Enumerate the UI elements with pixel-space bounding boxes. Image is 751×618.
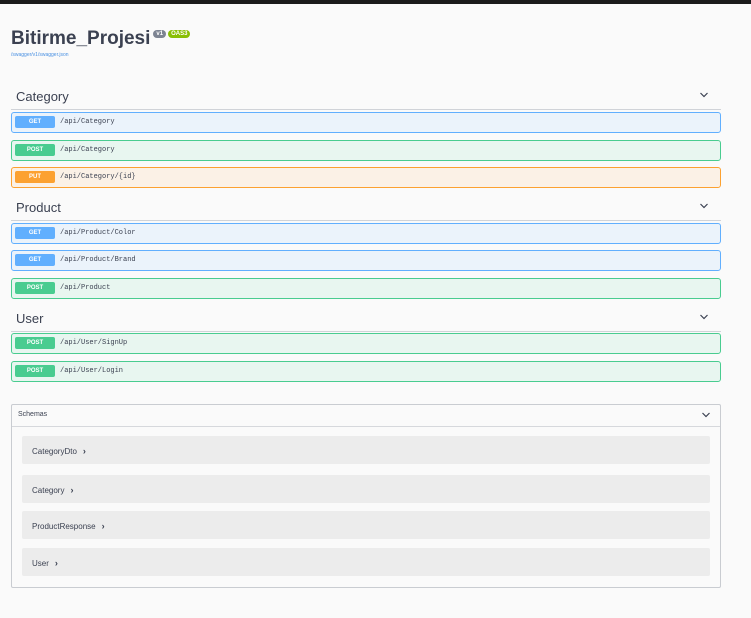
operation-path: /api/Category <box>60 118 115 126</box>
chevron-down-icon[interactable] <box>699 201 709 211</box>
oas-badge: OAS3 <box>168 30 191 38</box>
operation-put-category[interactable]: PUT /api/Category/{id} <box>11 167 721 188</box>
chevron-down-icon[interactable] <box>699 312 709 322</box>
tag-user[interactable]: User <box>11 308 721 332</box>
method-badge: PUT <box>15 171 55 183</box>
model-categorydto[interactable]: CategoryDto › <box>22 436 710 464</box>
model-user[interactable]: User › <box>22 548 710 576</box>
method-badge: GET <box>15 227 55 239</box>
operation-path: /api/Product/Color <box>60 229 136 237</box>
chevron-down-icon[interactable] <box>701 410 711 420</box>
chevron-right-icon: › <box>70 485 74 495</box>
tag-name: Category <box>16 89 69 104</box>
chevron-right-icon: › <box>101 521 105 531</box>
chevron-right-icon: › <box>82 446 86 456</box>
api-info: Bitirme_Projesi v1 OAS3 /swagger/v1/swag… <box>11 28 191 58</box>
top-bar <box>0 0 751 4</box>
method-badge: POST <box>15 144 55 156</box>
tag-product[interactable]: Product <box>11 197 721 221</box>
operation-path: /api/Product/Brand <box>60 256 136 264</box>
chevron-right-icon: › <box>54 558 58 568</box>
chevron-down-icon[interactable] <box>699 90 709 100</box>
model-productresponse[interactable]: ProductResponse › <box>22 511 710 539</box>
operation-path: /api/User/Login <box>60 367 124 375</box>
operation-path: /api/Category/{id} <box>60 173 136 181</box>
method-badge: GET <box>15 254 55 266</box>
operation-get-category[interactable]: GET /api/Category <box>11 112 721 133</box>
schemas-section: Schemas CategoryDto › Category › ProductRe… <box>11 404 721 588</box>
operation-path: /api/Category <box>60 146 115 154</box>
version-badge: v1 <box>153 30 167 38</box>
model-name: User › <box>32 558 58 568</box>
operation-get-product-color[interactable]: GET /api/Product/Color <box>11 223 721 244</box>
method-badge: GET <box>15 116 55 128</box>
operation-get-product-brand[interactable]: GET /api/Product/Brand <box>11 250 721 271</box>
divider <box>12 426 720 427</box>
model-category[interactable]: Category › <box>22 475 710 503</box>
operation-post-product[interactable]: POST /api/Product <box>11 278 721 299</box>
operation-post-user-login[interactable]: POST /api/User/Login <box>11 361 721 382</box>
method-badge: POST <box>15 282 55 294</box>
operation-path: /api/User/SignUp <box>60 339 128 347</box>
operation-post-category[interactable]: POST /api/Category <box>11 140 721 161</box>
spec-url-link[interactable]: /swagger/v1/swagger.json <box>11 52 190 58</box>
method-badge: POST <box>15 365 55 377</box>
tag-name: Product <box>16 200 61 215</box>
operation-post-user-signup[interactable]: POST /api/User/SignUp <box>11 333 721 354</box>
tag-category[interactable]: Category <box>11 86 721 110</box>
model-name: ProductResponse › <box>32 521 105 531</box>
method-badge: POST <box>15 337 55 349</box>
tag-name: User <box>16 311 44 326</box>
model-name: Category › <box>32 485 74 495</box>
api-title: Bitirme_Projesi <box>11 28 151 49</box>
schemas-title[interactable]: Schemas <box>18 411 47 418</box>
operation-path: /api/Product <box>60 284 111 292</box>
model-name: CategoryDto › <box>32 446 86 456</box>
